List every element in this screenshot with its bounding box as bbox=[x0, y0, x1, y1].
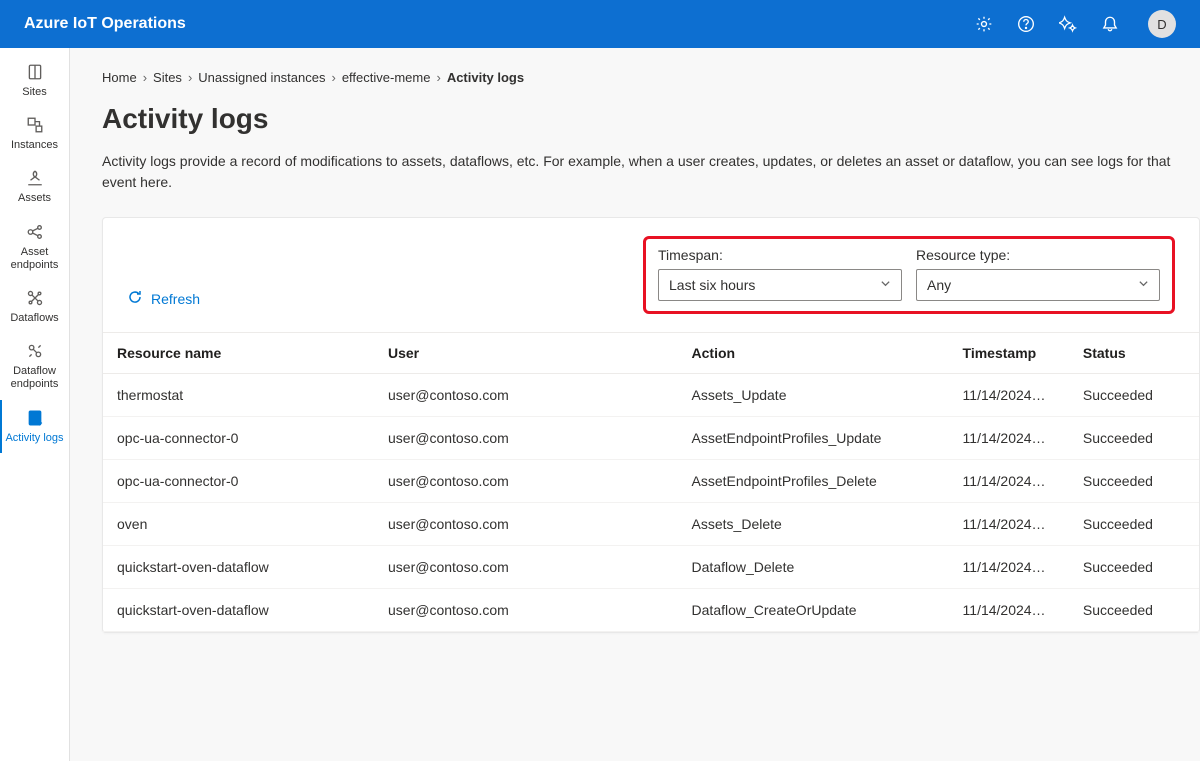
cell-timestamp: 11/14/2024… bbox=[949, 460, 1069, 503]
cell-status: Succeeded bbox=[1069, 546, 1199, 589]
activity-table: Resource name User Action Timestamp Stat… bbox=[103, 332, 1199, 632]
cell-resource: quickstart-oven-dataflow bbox=[103, 589, 374, 632]
cell-status: Succeeded bbox=[1069, 589, 1199, 632]
timespan-label: Timespan: bbox=[658, 247, 902, 263]
breadcrumb-link[interactable]: Unassigned instances bbox=[198, 70, 325, 85]
cell-user: user@contoso.com bbox=[374, 503, 678, 546]
resource-type-label: Resource type: bbox=[916, 247, 1160, 263]
cell-status: Succeeded bbox=[1069, 374, 1199, 417]
sidebar-item-label: Asset endpoints bbox=[4, 246, 65, 272]
cell-user: user@contoso.com bbox=[374, 589, 678, 632]
timespan-value: Last six hours bbox=[669, 277, 755, 293]
sidebar-item-label: Instances bbox=[11, 139, 58, 152]
sidebar-item-dataflows[interactable]: Dataflows bbox=[0, 280, 69, 333]
refresh-button[interactable]: Refresh bbox=[127, 289, 619, 314]
column-user[interactable]: User bbox=[374, 333, 678, 374]
cell-user: user@contoso.com bbox=[374, 417, 678, 460]
table-row[interactable]: opc-ua-connector-0user@contoso.comAssetE… bbox=[103, 417, 1199, 460]
chevron-down-icon bbox=[880, 278, 891, 292]
timespan-filter: Timespan: Last six hours bbox=[658, 247, 902, 301]
refresh-icon bbox=[127, 289, 143, 308]
table-row[interactable]: ovenuser@contoso.comAssets_Delete11/14/2… bbox=[103, 503, 1199, 546]
sidebar-item-asset-endpoints[interactable]: Asset endpoints bbox=[0, 214, 69, 280]
cell-resource: oven bbox=[103, 503, 374, 546]
cell-user: user@contoso.com bbox=[374, 546, 678, 589]
cell-action: AssetEndpointProfiles_Update bbox=[678, 417, 949, 460]
filters-highlight-box: Timespan: Last six hours Resource type: … bbox=[643, 236, 1175, 314]
resource-type-filter: Resource type: Any bbox=[916, 247, 1160, 301]
table-row[interactable]: thermostatuser@contoso.comAssets_Update1… bbox=[103, 374, 1199, 417]
timespan-select[interactable]: Last six hours bbox=[658, 269, 902, 301]
cell-timestamp: 11/14/2024… bbox=[949, 589, 1069, 632]
cell-status: Succeeded bbox=[1069, 417, 1199, 460]
cell-resource: opc-ua-connector-0 bbox=[103, 460, 374, 503]
cell-status: Succeeded bbox=[1069, 460, 1199, 503]
gear-icon[interactable] bbox=[974, 14, 994, 34]
cell-timestamp: 11/14/2024… bbox=[949, 503, 1069, 546]
breadcrumb: Home› Sites› Unassigned instances› effec… bbox=[102, 70, 1200, 85]
copilot-icon[interactable] bbox=[1058, 14, 1078, 34]
cell-action: Assets_Delete bbox=[678, 503, 949, 546]
sidebar: Sites Instances Assets Asset endpoints D… bbox=[0, 48, 70, 761]
sidebar-item-instances[interactable]: Instances bbox=[0, 107, 69, 160]
column-timestamp[interactable]: Timestamp bbox=[949, 333, 1069, 374]
resource-type-select[interactable]: Any bbox=[916, 269, 1160, 301]
cell-timestamp: 11/14/2024… bbox=[949, 374, 1069, 417]
cell-resource: thermostat bbox=[103, 374, 374, 417]
page-title: Activity logs bbox=[102, 103, 1200, 135]
sidebar-item-label: Assets bbox=[18, 192, 51, 205]
instances-icon bbox=[25, 115, 45, 135]
cell-user: user@contoso.com bbox=[374, 374, 678, 417]
sidebar-item-sites[interactable]: Sites bbox=[0, 54, 69, 107]
resource-type-value: Any bbox=[927, 277, 951, 293]
sidebar-item-assets[interactable]: Assets bbox=[0, 160, 69, 213]
sidebar-item-label: Activity logs bbox=[5, 432, 63, 445]
help-icon[interactable] bbox=[1016, 14, 1036, 34]
cell-user: user@contoso.com bbox=[374, 460, 678, 503]
cell-action: AssetEndpointProfiles_Delete bbox=[678, 460, 949, 503]
activity-logs-icon bbox=[25, 408, 45, 428]
cell-timestamp: 11/14/2024… bbox=[949, 417, 1069, 460]
refresh-label: Refresh bbox=[151, 291, 200, 307]
cell-timestamp: 11/14/2024… bbox=[949, 546, 1069, 589]
chevron-down-icon bbox=[1138, 278, 1149, 292]
table-row[interactable]: quickstart-oven-dataflowuser@contoso.com… bbox=[103, 546, 1199, 589]
column-action[interactable]: Action bbox=[678, 333, 949, 374]
breadcrumb-current: Activity logs bbox=[447, 70, 524, 85]
breadcrumb-link[interactable]: Home bbox=[102, 70, 137, 85]
cell-resource: quickstart-oven-dataflow bbox=[103, 546, 374, 589]
cell-resource: opc-ua-connector-0 bbox=[103, 417, 374, 460]
main-content: Home› Sites› Unassigned instances› effec… bbox=[70, 48, 1200, 761]
cell-status: Succeeded bbox=[1069, 503, 1199, 546]
avatar[interactable]: D bbox=[1148, 10, 1176, 38]
book-icon bbox=[25, 62, 45, 82]
endpoints-icon bbox=[25, 222, 45, 242]
column-resource-name[interactable]: Resource name bbox=[103, 333, 374, 374]
app-title: Azure IoT Operations bbox=[24, 15, 974, 33]
sidebar-item-dataflow-endpoints[interactable]: Dataflow endpoints bbox=[0, 333, 69, 399]
cell-action: Dataflow_Delete bbox=[678, 546, 949, 589]
cell-action: Dataflow_CreateOrUpdate bbox=[678, 589, 949, 632]
dataflows-icon bbox=[25, 288, 45, 308]
table-row[interactable]: opc-ua-connector-0user@contoso.comAssetE… bbox=[103, 460, 1199, 503]
assets-icon bbox=[25, 168, 45, 188]
sidebar-item-activity-logs[interactable]: Activity logs bbox=[0, 400, 69, 453]
cell-action: Assets_Update bbox=[678, 374, 949, 417]
sidebar-item-label: Dataflow endpoints bbox=[4, 365, 65, 391]
sidebar-item-label: Sites bbox=[22, 86, 46, 99]
app-header: Azure IoT Operations D bbox=[0, 0, 1200, 48]
activity-panel: Refresh Timespan: Last six hours Resourc… bbox=[102, 217, 1200, 633]
table-row[interactable]: quickstart-oven-dataflowuser@contoso.com… bbox=[103, 589, 1199, 632]
sidebar-item-label: Dataflows bbox=[10, 312, 58, 325]
page-description: Activity logs provide a record of modifi… bbox=[102, 151, 1200, 193]
dataflow-endpoints-icon bbox=[25, 341, 45, 361]
breadcrumb-link[interactable]: Sites bbox=[153, 70, 182, 85]
column-status[interactable]: Status bbox=[1069, 333, 1199, 374]
header-actions: D bbox=[974, 10, 1176, 38]
bell-icon[interactable] bbox=[1100, 14, 1120, 34]
breadcrumb-link[interactable]: effective-meme bbox=[342, 70, 431, 85]
panel-toolbar: Refresh Timespan: Last six hours Resourc… bbox=[103, 218, 1199, 332]
